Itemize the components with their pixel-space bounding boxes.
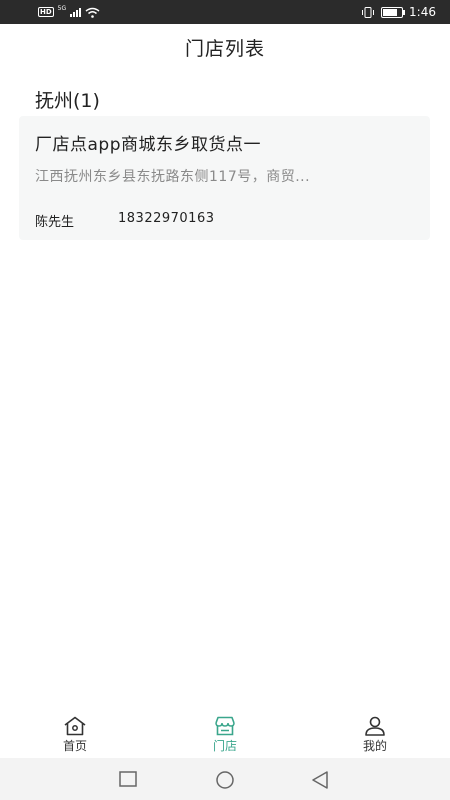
user-icon [365, 716, 385, 736]
status-bar: HD 5G 1:46 [0, 0, 450, 24]
recent-apps-icon[interactable] [119, 771, 137, 787]
hd-badge: HD [38, 7, 54, 17]
battery-icon [381, 6, 406, 18]
back-triangle-icon[interactable] [311, 771, 329, 789]
status-right: 1:46 [361, 4, 436, 20]
signal-icon [70, 7, 82, 17]
store-card[interactable]: 厂店点app商城东乡取货点一 江西抚州东乡县东抚路东侧117号，商贸... 陈先… [19, 116, 430, 240]
bottom-tab-bar: 首页 门店 我的 [0, 706, 450, 758]
store-name: 厂店点app商城东乡取货点一 [35, 135, 261, 155]
home-icon [64, 716, 86, 736]
tab-mine[interactable]: 我的 [330, 706, 420, 758]
clock: 1:46 [409, 5, 436, 19]
store-address: 江西抚州东乡县东抚路东侧117号，商贸... [35, 169, 311, 185]
tab-mine-label: 我的 [362, 739, 387, 753]
tab-store[interactable]: 门店 [180, 706, 270, 758]
contact-name: 陈先生 [35, 215, 75, 230]
page-title: 门店列表 [184, 38, 265, 60]
city-group-heading: 抚州(1) [35, 90, 100, 112]
status-left: HD 5G [38, 4, 100, 20]
wifi-icon [85, 7, 100, 18]
contact-phone[interactable]: 18322970163 [118, 211, 214, 226]
tab-store-label: 门店 [212, 739, 237, 753]
home-circle-icon[interactable] [215, 771, 235, 789]
network-type: 5G [57, 5, 67, 12]
vibrate-icon [362, 6, 375, 18]
tab-home[interactable]: 首页 [30, 706, 120, 758]
battery-fill [383, 8, 398, 16]
tab-home-label: 首页 [62, 739, 87, 753]
store-icon [215, 716, 235, 736]
system-nav-bar [0, 758, 450, 800]
